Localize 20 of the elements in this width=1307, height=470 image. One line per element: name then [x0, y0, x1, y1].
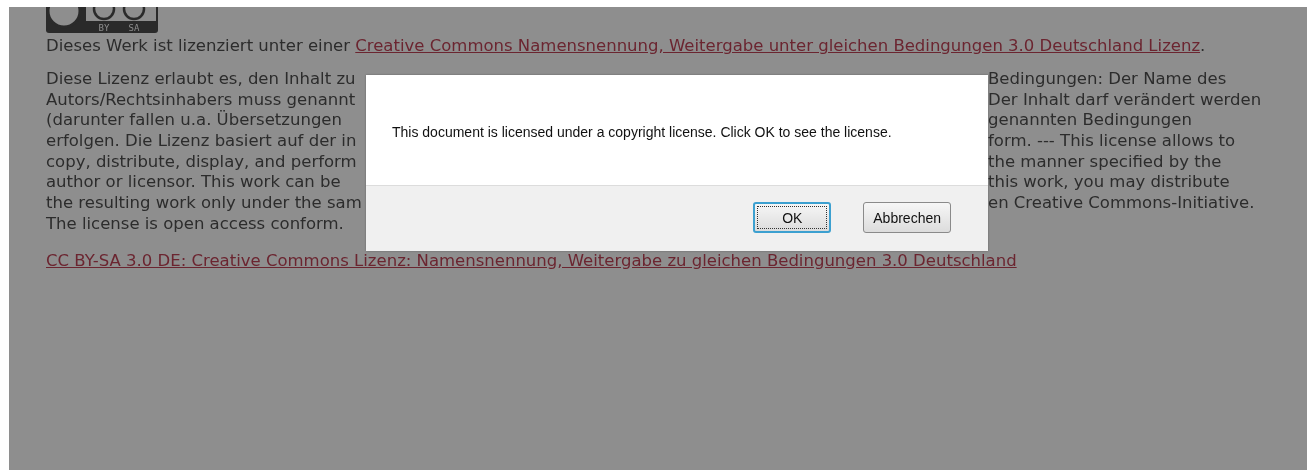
ok-button[interactable]: OK	[753, 202, 832, 233]
license-badge-icon: BY SA	[46, 7, 158, 33]
paragraph-text: this work, you may distribute	[988, 172, 1230, 194]
dialog-message: This document is licensed under a copyright license. Click OK to see the license.	[392, 124, 892, 140]
paragraph-text: Der Inhalt darf verändert werden	[988, 89, 1262, 111]
paragraph-text: The license is open access conform.	[46, 213, 344, 235]
cancel-button[interactable]: Abbrechen	[863, 202, 951, 233]
paragraph-text: author or licensor. This work can be	[46, 172, 341, 194]
license-sentence: Dieses Werk ist lizenziert unter einer Creative Commons Namensnennung, Weitergabe unter gleichen Bedingungen 3.0 Deutschland Lizenz.	[46, 36, 1207, 56]
paragraph-text: Bedingungen: Der Name des	[988, 69, 1227, 90]
paragraph-text: copy, distribute, display, and perform	[46, 151, 357, 173]
paragraph-text: en Creative Commons-Initiative.	[988, 193, 1255, 214]
paragraph-text: form. --- This license allows to	[988, 131, 1236, 152]
paragraph-text: Diese Lizenz erlaubt es, den Inhalt zu	[46, 69, 356, 90]
paragraph-text: Autors/Rechtsinhabers muss genannt	[46, 89, 356, 110]
paragraph-text: erfolgen. Die Lizenz basiert auf der in	[46, 131, 357, 152]
paragraph-text: (darunter fallen u.a. Übersetzungen	[46, 110, 342, 132]
paragraph-text: genannten Bedingungen	[988, 110, 1192, 132]
paragraph-text: the resulting work only under the sam	[46, 193, 362, 214]
paragraph-text: the manner specified by the	[988, 151, 1222, 173]
